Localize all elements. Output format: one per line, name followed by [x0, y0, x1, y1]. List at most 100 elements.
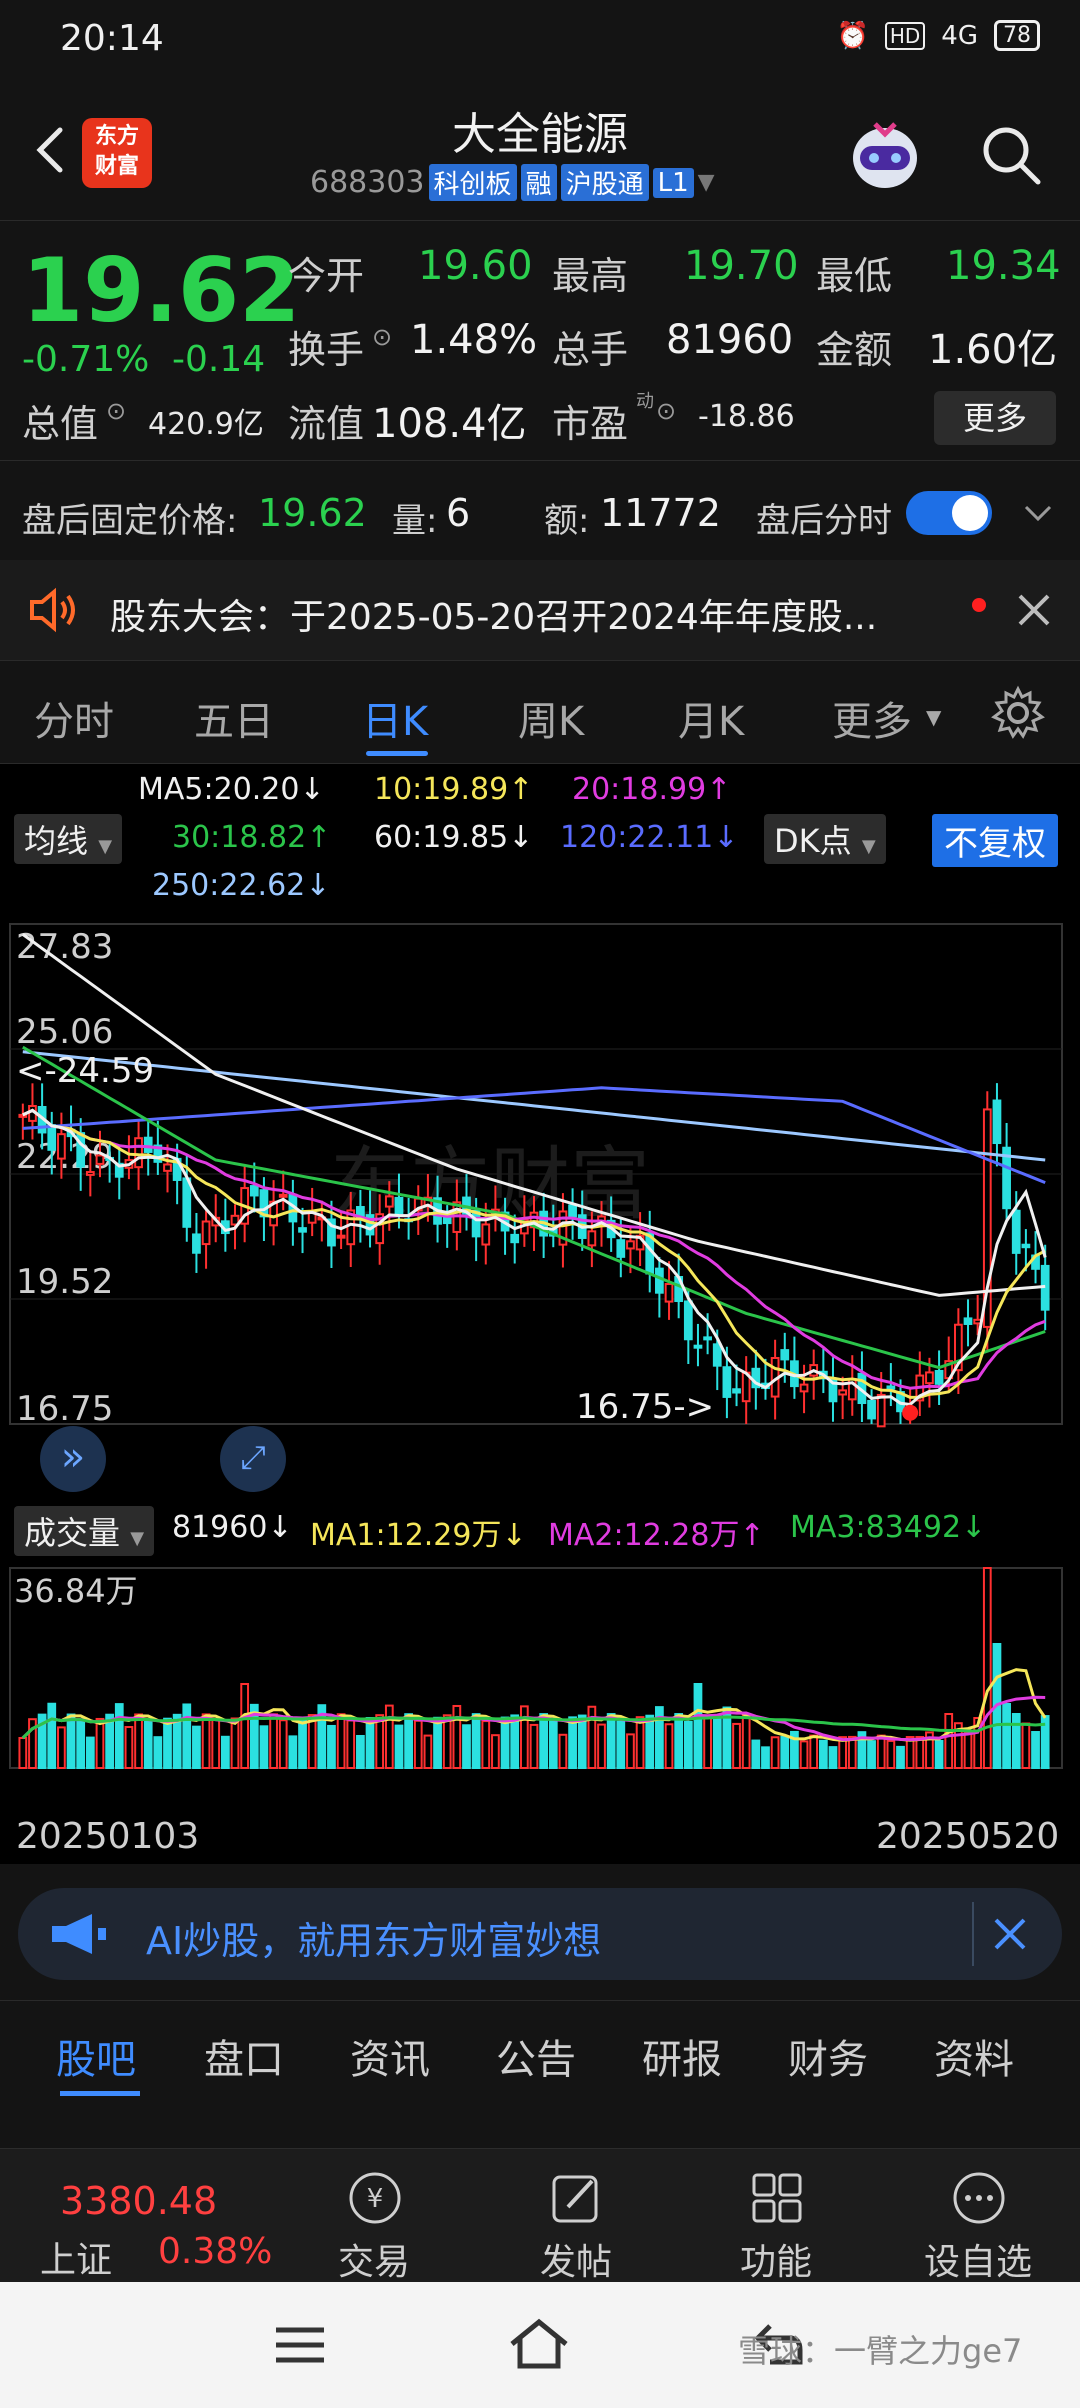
tab-five-day[interactable]: 五日: [194, 689, 274, 747]
index-value: 3380.48: [60, 2179, 218, 2223]
volume-bar: [143, 1718, 153, 1769]
volume-bar: [982, 1567, 992, 1769]
tab-daily-k[interactable]: 日K: [362, 689, 428, 747]
no-adjust-button[interactable]: 不复权: [932, 814, 1058, 867]
volume-indicator-select[interactable]: 成交量 ▼: [14, 1506, 155, 1556]
ai-robot-icon[interactable]: [840, 110, 930, 200]
volume-bar: [1031, 1731, 1040, 1769]
more-button[interactable]: 更多: [934, 391, 1056, 445]
close-icon[interactable]: [1016, 592, 1052, 628]
candle-body: [57, 1133, 66, 1160]
tag-level[interactable]: L1: [652, 167, 694, 198]
functions-button[interactable]: 功能: [676, 2149, 876, 2283]
add-watchlist-button[interactable]: 设自选: [878, 2149, 1078, 2283]
fullscreen-icon[interactable]: ⤢: [220, 1426, 286, 1492]
volume-bar: [674, 1713, 684, 1770]
after-hours-amt-label: 额:: [544, 501, 590, 541]
volume-bar: [963, 1731, 973, 1769]
volume-bar: [780, 1735, 790, 1770]
expand-right-icon[interactable]: »: [40, 1426, 106, 1492]
volume-bar: [761, 1746, 770, 1770]
tab-profile[interactable]: 资料: [934, 2027, 1014, 2085]
active-tab-indicator: [366, 751, 428, 756]
tab-news[interactable]: 资讯: [350, 2027, 430, 2085]
candlestick-chart[interactable]: 27.8325.0622.2919.5216.75东方财富<-24.5916.7…: [0, 912, 1080, 1432]
volume-bar: [134, 1713, 143, 1770]
volume-bar: [201, 1713, 211, 1770]
info-icon[interactable]: ⊙: [372, 323, 392, 351]
after-hours-amt: 11772: [600, 491, 721, 535]
volume-bar: [606, 1713, 616, 1769]
stock-code: 688303: [310, 165, 425, 200]
volume-bar: [1002, 1703, 1011, 1769]
candle-body: [394, 1196, 404, 1215]
volume-bar: [336, 1713, 346, 1769]
volume-bar: [66, 1713, 76, 1769]
tab-more[interactable]: 更多: [832, 689, 912, 747]
volume-bar: [85, 1736, 95, 1769]
tab-orderbook[interactable]: 盘口: [204, 2027, 284, 2085]
trade-button[interactable]: ¥ 交易: [274, 2149, 474, 2283]
stock-code-row: 688303 科创板 融 沪股通 L1 ▼: [310, 164, 715, 201]
volume-bar: [597, 1723, 606, 1770]
volume-bar: [539, 1713, 549, 1769]
notice-bar[interactable]: 股东大会：于2025-05-20召开2024年年度股...: [0, 560, 1080, 660]
tab-forum[interactable]: 股吧: [56, 2027, 136, 2085]
active-tab-indicator: [60, 2091, 140, 2096]
tab-intraday[interactable]: 分时: [34, 689, 114, 747]
volume-bar: [153, 1736, 163, 1770]
volume-bar: [259, 1725, 269, 1770]
candle-body: [278, 1193, 288, 1198]
volume-bar: [346, 1719, 356, 1770]
index-ticker[interactable]: 3380.48 上证 0.38%: [0, 2149, 272, 2283]
dk-point-button[interactable]: DK点 ▼: [764, 814, 886, 864]
mktcap-label: 总值: [22, 402, 99, 446]
info-icon[interactable]: ⊙: [106, 397, 126, 425]
search-icon[interactable]: [978, 122, 1044, 188]
volume-chart[interactable]: 36.84万: [0, 1562, 1080, 1788]
after-hours-row: 盘后固定价格: 19.62 量: 6 额: 11772 盘后分时: [0, 460, 1080, 560]
tab-financials[interactable]: 财务: [788, 2027, 868, 2085]
volume-bar: [404, 1713, 413, 1770]
volume-bar: [577, 1714, 587, 1770]
volume-bar: [356, 1734, 365, 1770]
candle-body: [616, 1239, 626, 1258]
price-axis-label: 25.06: [16, 1012, 113, 1052]
status-bar: 20:14 ⏰ HD 4G 78: [0, 0, 1080, 80]
chevron-down-icon[interactable]: [1020, 499, 1056, 529]
volume-bar: [220, 1735, 230, 1769]
info-icon[interactable]: ⊙: [656, 397, 676, 425]
indicator-select[interactable]: 均线 ▼: [14, 814, 123, 864]
volume-bar: [114, 1703, 124, 1770]
volume-bar: [818, 1739, 828, 1769]
notice-text[interactable]: 股东大会：于2025-05-20召开2024年年度股...: [110, 588, 877, 640]
dk-signal-dot: [902, 1404, 919, 1421]
volume-bar: [1021, 1722, 1031, 1770]
volume-bar: [18, 1737, 28, 1769]
close-icon[interactable]: [992, 1916, 1028, 1952]
tab-monthly-k[interactable]: 月K: [678, 689, 744, 747]
after-hours-toggle[interactable]: [906, 491, 992, 535]
candle-body: [76, 1132, 86, 1168]
ai-banner[interactable]: AI炒股，就用东方财富妙想: [18, 1888, 1062, 1980]
volume-bar: [57, 1726, 66, 1770]
volume-max-label: 36.84万: [14, 1572, 138, 1610]
ai-banner-text[interactable]: AI炒股，就用东方财富妙想: [146, 1910, 601, 1965]
chevron-down-icon[interactable]: ▼: [698, 170, 715, 195]
home-icon[interactable]: [506, 2316, 572, 2372]
settings-gear-icon[interactable]: [990, 685, 1046, 741]
kline-chart-area[interactable]: MA5:20.20↓ 10:19.89↑ 20:18.99↑ 均线 ▼ 30:1…: [0, 764, 1080, 1864]
high-value: 19.70: [684, 243, 799, 289]
chevron-down-icon[interactable]: ▼: [926, 705, 941, 729]
candle-body: [95, 1154, 105, 1165]
tab-announcements[interactable]: 公告: [496, 2027, 576, 2085]
index-name: 上证: [40, 2240, 113, 2281]
svg-text:¥: ¥: [367, 2184, 384, 2214]
tab-weekly-k[interactable]: 周K: [518, 689, 584, 747]
candle-body: [655, 1267, 664, 1294]
tab-research[interactable]: 研报: [642, 2027, 722, 2085]
menu-icon[interactable]: [270, 2322, 330, 2368]
candle-body: [664, 1283, 674, 1303]
post-button[interactable]: 发帖: [476, 2149, 676, 2283]
volume-bar: [944, 1713, 954, 1769]
